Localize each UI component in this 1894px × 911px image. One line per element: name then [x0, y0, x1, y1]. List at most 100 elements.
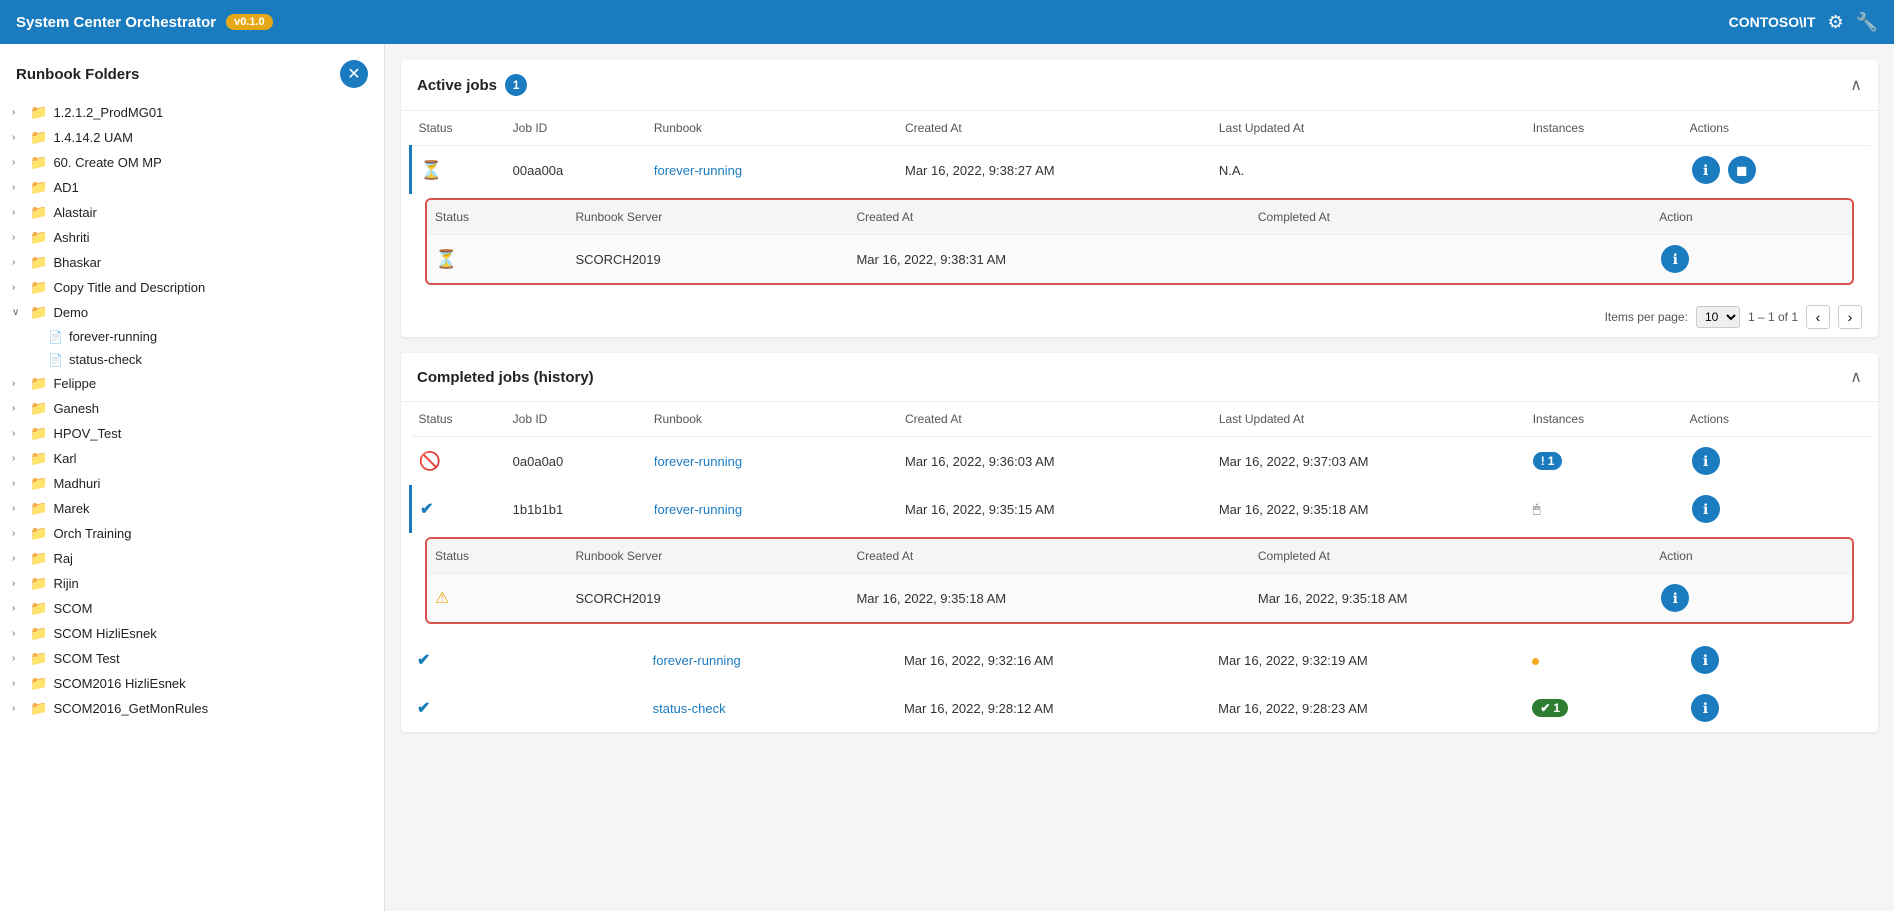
sidebar-arrow: › [12, 453, 24, 464]
comp-job-runbook-link-1[interactable]: forever-running [654, 454, 742, 469]
sidebar-item-label: Alastair [53, 205, 96, 220]
close-sidebar-button[interactable]: ✕ [340, 60, 368, 88]
sidebar-item-label: status-check [69, 352, 142, 367]
sidebar-item-label: SCOM HizliEsnek [53, 626, 156, 641]
active-jobs-title-row: Active jobs 1 [417, 74, 527, 96]
sidebar-item-scom2016-hizliesnek[interactable]: ›📁SCOM2016 HizliEsnek [0, 671, 384, 696]
comp-sub-th-action: Action [1651, 539, 1852, 574]
sidebar-arrow: › [12, 132, 24, 143]
sidebar-item-label: forever-running [69, 329, 157, 344]
th-jobid: Job ID [505, 111, 646, 146]
sidebar-arrow: › [12, 182, 24, 193]
completed-jobs-header-row: Status Job ID Runbook Created At Last Up… [411, 402, 1871, 437]
sidebar-item-ashriti[interactable]: ›📁Ashriti [0, 225, 384, 250]
sidebar-item-alastair[interactable]: ›📁Alastair [0, 200, 384, 225]
comp-sub-status-2-1: ⚠ [427, 574, 567, 623]
items-per-page-label: Items per page: [1605, 310, 1688, 324]
sidebar-item-label: Raj [53, 551, 73, 566]
comp-job-instances-4: ✔ 1 [1524, 684, 1681, 732]
active-sub-status-1: ⏳ [427, 235, 567, 284]
sidebar-item-scom-hizliesnek[interactable]: ›📁SCOM HizliEsnek [0, 621, 384, 646]
prev-page-button[interactable]: ‹ [1806, 305, 1830, 329]
active-job-id-1: 00aa00a [505, 146, 646, 195]
info-button-comp-sub-2-1[interactable]: ℹ [1661, 584, 1689, 612]
items-per-page-select[interactable]: 10 25 50 [1696, 306, 1740, 328]
sidebar-item-label: Rijin [53, 576, 78, 591]
sidebar-item-hpov_test[interactable]: ›📁HPOV_Test [0, 421, 384, 446]
sidebar-arrow: › [12, 603, 24, 614]
comp-job-row-2: ✔ 1b1b1b1 forever-running Mar 16, 2022, … [411, 485, 1871, 533]
active-jobs-table: Status Job ID Runbook Created At Last Up… [409, 111, 1870, 194]
completed-jobs-collapse[interactable]: ∧ [1850, 367, 1862, 387]
folder-icon: 📁 [30, 425, 47, 442]
folder-icon: 📁 [30, 625, 47, 642]
comp-sub-completed-2-1: Mar 16, 2022, 9:35:18 AM [1250, 574, 1651, 623]
th-runbook: Runbook [646, 111, 897, 146]
comp-sub-row-2-1: ⚠ SCORCH2019 Mar 16, 2022, 9:35:18 AM Ma… [427, 574, 1852, 623]
active-jobs-collapse[interactable]: ∧ [1850, 75, 1862, 95]
comp-th-actions: Actions [1682, 402, 1870, 437]
comp-job-actions-3: ℹ [1681, 636, 1870, 684]
info-button-comp-3[interactable]: ℹ [1691, 646, 1719, 674]
active-job-actions-cell-1: ℹ ◼ [1690, 156, 1862, 184]
sidebar-item-rijin[interactable]: ›📁Rijin [0, 571, 384, 596]
cancel-icon-1: 🚫 [419, 451, 441, 472]
comp-job-row-1: 🚫 0a0a0a0 forever-running Mar 16, 2022, … [411, 437, 1871, 486]
sidebar-item-madhuri[interactable]: ›📁Madhuri [0, 471, 384, 496]
sidebar-item-scom[interactable]: ›📁SCOM [0, 596, 384, 621]
comp-job-runbook-link-2[interactable]: forever-running [654, 502, 742, 517]
sidebar-item-60.-create-om-mp[interactable]: ›📁60. Create OM MP [0, 150, 384, 175]
comp-job-status-4: ✔ [409, 684, 503, 732]
info-button-active-1[interactable]: ℹ [1692, 156, 1720, 184]
sidebar-item-copy-title-and-description[interactable]: ›📁Copy Title and Description [0, 275, 384, 300]
sidebar-item-ganesh[interactable]: ›📁Ganesh [0, 396, 384, 421]
comp-job-status-1: 🚫 [411, 437, 505, 486]
folder-icon: 📁 [30, 500, 47, 517]
active-job-updated-1: N.A. [1211, 146, 1525, 195]
active-job-runbook-link-1[interactable]: forever-running [654, 163, 742, 178]
sidebar-item-raj[interactable]: ›📁Raj [0, 546, 384, 571]
sidebar-item-label: Orch Training [53, 526, 131, 541]
app-header: System Center Orchestrator v0.1.0 CONTOS… [0, 0, 1894, 44]
sidebar-item-marek[interactable]: ›📁Marek [0, 496, 384, 521]
active-sub-server-1: SCORCH2019 [567, 235, 848, 284]
sidebar-item-1.2.1.2_prodmg01[interactable]: ›📁1.2.1.2_ProdMG01 [0, 100, 384, 125]
comp-job-id-1: 0a0a0a0 [505, 437, 646, 486]
stop-button-active-1[interactable]: ◼ [1728, 156, 1756, 184]
sidebar-item-1.4.14.2-uam[interactable]: ›📁1.4.14.2 UAM [0, 125, 384, 150]
sidebar-item-forever-running[interactable]: 📄 forever-running [0, 325, 384, 348]
sidebar: Runbook Folders ✕ ›📁1.2.1.2_ProdMG01›📁1.… [0, 44, 385, 911]
sidebar-item-scom-test[interactable]: ›📁SCOM Test [0, 646, 384, 671]
sidebar-item-label: HPOV_Test [53, 426, 121, 441]
comp-job-runbook-link-4[interactable]: status-check [653, 701, 726, 716]
sidebar-item-bhaskar[interactable]: ›📁Bhaskar [0, 250, 384, 275]
completed-jobs-section: Completed jobs (history) ∧ Status Job ID… [401, 353, 1878, 732]
info-button-comp-2[interactable]: ℹ [1692, 495, 1720, 523]
settings-icon[interactable]: 🔧 [1856, 12, 1878, 33]
sidebar-item-scom2016_getmonrules[interactable]: ›📁SCOM2016_GetMonRules [0, 696, 384, 721]
sidebar-item-orch-training[interactable]: ›📁Orch Training [0, 521, 384, 546]
next-page-button[interactable]: › [1838, 305, 1862, 329]
sidebar-item-karl[interactable]: ›📁Karl [0, 446, 384, 471]
completed-jobs-table: Status Job ID Runbook Created At Last Up… [409, 402, 1870, 533]
sub-th-status: Status [427, 200, 567, 235]
comp-job-runbook-link-3[interactable]: forever-running [653, 653, 741, 668]
info-button-comp-4[interactable]: ℹ [1691, 694, 1719, 722]
folder-icon: 📁 [30, 700, 47, 717]
folder-icon: 📁 [30, 154, 47, 171]
sidebar-item-felippe[interactable]: ›📁Felippe [0, 371, 384, 396]
folder-icon: 📁 [30, 304, 47, 321]
sidebar-item-status-check[interactable]: 📄status-check [0, 348, 384, 371]
app-title: System Center Orchestrator [16, 14, 216, 31]
file-icon: 📄 [48, 330, 63, 344]
warn-triangle-icon: ⚠ [435, 590, 449, 607]
sidebar-item-demo[interactable]: ∨📁Demo [0, 300, 384, 325]
sidebar-arrow: › [12, 107, 24, 118]
instance-badge-green-4: ✔ 1 [1532, 699, 1568, 717]
info-button-active-sub-1[interactable]: ℹ [1661, 245, 1689, 273]
sidebar-item-ad1[interactable]: ›📁AD1 [0, 175, 384, 200]
cursor-icon: 🖱 [1533, 501, 1541, 516]
info-button-comp-1[interactable]: ℹ [1692, 447, 1720, 475]
active-jobs-pagination: Items per page: 10 25 50 1 – 1 of 1 ‹ › [401, 297, 1878, 337]
gear-icon[interactable]: ⚙ [1827, 12, 1843, 33]
